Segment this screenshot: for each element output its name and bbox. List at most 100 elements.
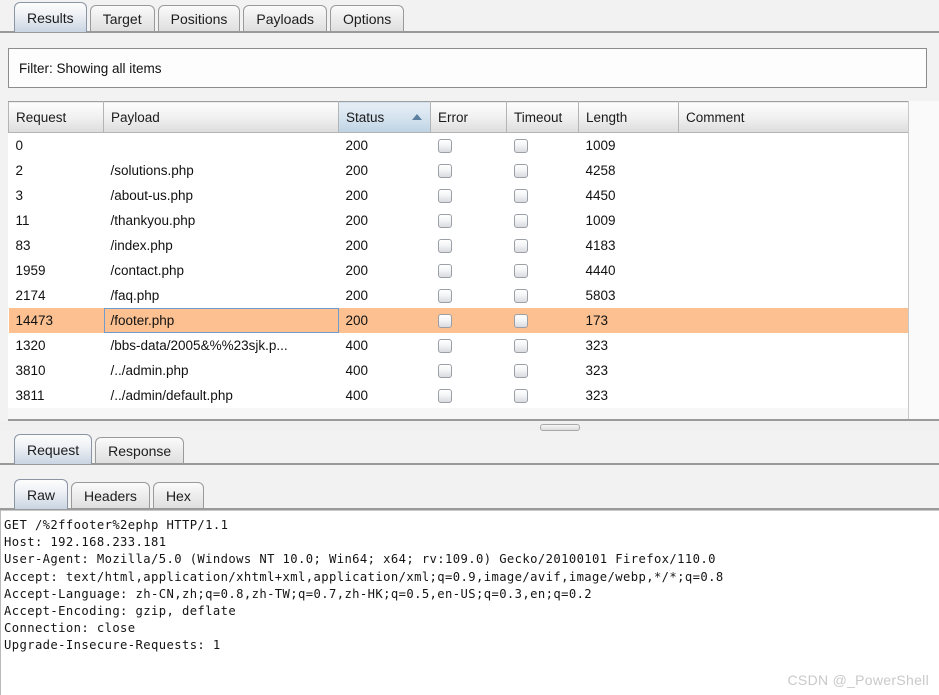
tab-payloads[interactable]: Payloads xyxy=(243,5,328,32)
column-header-label: Status xyxy=(346,109,385,125)
error-cell xyxy=(431,358,507,383)
cell-request: 3810 xyxy=(15,362,46,378)
timeout-checkbox[interactable] xyxy=(513,263,528,278)
timeout-checkbox[interactable] xyxy=(513,363,528,378)
error-checkbox[interactable] xyxy=(437,163,452,178)
tab-headers[interactable]: Headers xyxy=(71,482,150,509)
cell-length: 173 xyxy=(578,307,679,333)
cell-request: 83 xyxy=(15,237,31,253)
sort-ascending-icon xyxy=(412,114,422,120)
table-row[interactable]: 1959/contact.php 200 4440 xyxy=(9,258,909,283)
timeout-checkbox[interactable] xyxy=(513,138,528,153)
column-header-request[interactable]: Request xyxy=(8,101,104,133)
pane-splitter-grip[interactable] xyxy=(540,424,580,431)
timeout-cell xyxy=(507,358,579,383)
timeout-checkbox[interactable] xyxy=(513,238,528,253)
timeout-checkbox[interactable] xyxy=(513,288,528,303)
cell-request: 3 xyxy=(15,187,24,203)
error-checkbox[interactable] xyxy=(437,338,452,353)
cell-request: 11 xyxy=(15,212,30,228)
tab-target[interactable]: Target xyxy=(89,5,155,32)
error-checkbox[interactable] xyxy=(437,313,452,328)
error-cell xyxy=(431,183,507,208)
cell-status: 200 xyxy=(345,162,369,178)
cell-request: 14473 xyxy=(8,307,104,333)
cell-comment xyxy=(679,333,909,358)
error-checkbox[interactable] xyxy=(437,263,452,278)
cell-payload: /about-us.php xyxy=(110,187,194,203)
tab-request[interactable]: Request xyxy=(14,434,93,464)
column-header-length[interactable]: Length xyxy=(578,101,679,133)
results-table-empty-gutter xyxy=(908,101,939,421)
column-header-comment[interactable]: Comment xyxy=(678,101,909,133)
watermark: CSDN @_PowerShell xyxy=(787,672,929,688)
raw-viewer-left-border xyxy=(0,510,1,695)
table-row[interactable]: 1320/bbs-data/2005&%%23sjk.p... 400 323 xyxy=(9,333,909,358)
table-row[interactable]: 3/about-us.php 200 4450 xyxy=(9,183,909,208)
error-checkbox[interactable] xyxy=(437,238,452,253)
error-checkbox[interactable] xyxy=(437,388,452,403)
results-table-pane: Request Payload Status Error Timeout Length Co… xyxy=(8,101,939,421)
cell-comment xyxy=(679,158,909,183)
error-cell xyxy=(430,307,507,333)
results-table: Request Payload Status Error Timeout Length Co… xyxy=(8,101,909,408)
timeout-cell xyxy=(507,158,579,183)
raw-request-viewer[interactable]: GET /%2ffooter%2ephp HTTP/1.1 Host: 192.… xyxy=(0,510,939,695)
tab-label: Hex xyxy=(165,488,191,504)
error-checkbox[interactable] xyxy=(437,188,452,203)
column-header-error[interactable]: Error xyxy=(430,101,507,133)
cell-status: 200 xyxy=(345,212,369,228)
timeout-cell xyxy=(507,333,579,358)
cell-length: 323 xyxy=(585,337,609,353)
timeout-checkbox[interactable] xyxy=(513,388,528,403)
timeout-checkbox[interactable] xyxy=(513,188,528,203)
error-checkbox[interactable] xyxy=(437,288,452,303)
timeout-checkbox[interactable] xyxy=(513,313,528,328)
table-row[interactable]: 14473/footer.php 200 173 xyxy=(8,307,909,333)
tab-options[interactable]: Options xyxy=(330,5,405,32)
table-row[interactable]: 0 200 1009 xyxy=(9,133,909,158)
error-checkbox[interactable] xyxy=(437,213,452,228)
tab-results[interactable]: Results xyxy=(14,2,87,32)
cell-comment xyxy=(679,233,909,258)
column-header-payload[interactable]: Payload xyxy=(103,101,339,133)
column-header-timeout[interactable]: Timeout xyxy=(506,101,579,133)
cell-payload: /contact.php xyxy=(110,262,185,278)
filter-bar[interactable]: Filter: Showing all items xyxy=(8,48,927,88)
results-header-row: Request Payload Status Error Timeout Length Co… xyxy=(8,101,909,133)
tab-raw[interactable]: Raw xyxy=(14,479,69,509)
column-header-status[interactable]: Status xyxy=(338,101,431,133)
timeout-cell xyxy=(507,283,579,308)
timeout-cell xyxy=(507,133,579,158)
error-checkbox[interactable] xyxy=(437,138,452,153)
timeout-checkbox[interactable] xyxy=(513,163,528,178)
timeout-checkbox[interactable] xyxy=(513,338,528,353)
table-row[interactable]: 3811 /../admin/default.php 400 323 xyxy=(9,383,909,408)
table-row[interactable]: 11/thankyou.php 200 1009 xyxy=(9,208,909,233)
table-row[interactable]: 2174/faq.php 200 5803 xyxy=(9,283,909,308)
timeout-cell xyxy=(507,258,579,283)
timeout-cell xyxy=(506,307,579,333)
table-row[interactable]: 3810 /../admin.php 400 323 xyxy=(9,358,909,383)
tab-positions[interactable]: Positions xyxy=(157,5,241,32)
cell-payload: /../admin.php xyxy=(110,362,189,378)
cell-comment xyxy=(679,383,909,408)
cell-comment xyxy=(678,307,909,333)
timeout-checkbox[interactable] xyxy=(513,213,528,228)
tab-response[interactable]: Response xyxy=(95,437,185,464)
table-row[interactable]: 83/index.php 200 4183 xyxy=(9,233,909,258)
tab-label: Options xyxy=(343,11,392,27)
cell-length: 1009 xyxy=(585,137,616,153)
pane-splitter[interactable] xyxy=(0,421,939,431)
message-tab-strip: Request Response xyxy=(14,434,185,464)
cell-payload xyxy=(104,133,339,158)
tab-label: Raw xyxy=(27,486,56,503)
column-header-label: Error xyxy=(438,109,468,125)
tab-label: Request xyxy=(27,441,80,458)
error-checkbox[interactable] xyxy=(437,363,452,378)
column-header-label: Comment xyxy=(686,109,745,125)
tab-hex[interactable]: Hex xyxy=(152,482,204,509)
error-cell xyxy=(431,283,507,308)
cell-status: 200 xyxy=(345,287,369,303)
table-row[interactable]: 2/solutions.php 200 4258 xyxy=(9,158,909,183)
